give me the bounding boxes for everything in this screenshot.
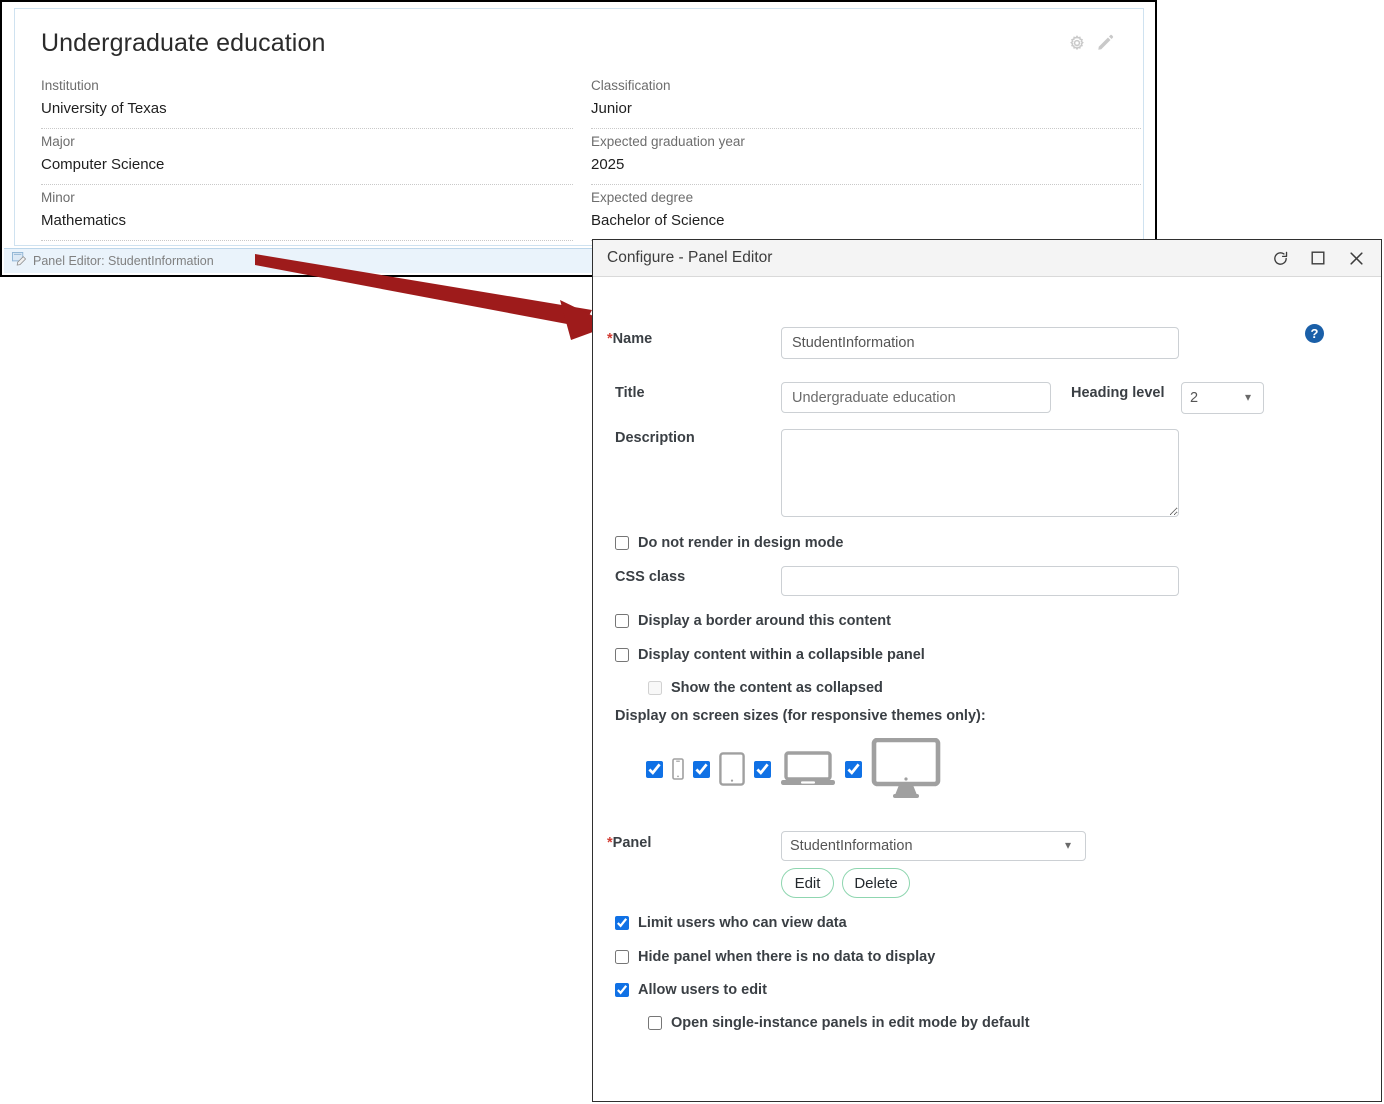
- panel-preview-content: Undergraduate education Institution Univ…: [14, 8, 1144, 246]
- name-input[interactable]: [781, 327, 1179, 359]
- display-border-label: Display a border around this content: [638, 613, 891, 629]
- allow-users-edit-checkbox[interactable]: [615, 983, 629, 997]
- name-label: *Name: [607, 331, 653, 347]
- close-icon[interactable]: [1337, 243, 1375, 273]
- hide-no-data-label: Hide panel when there is no data to disp…: [638, 949, 936, 965]
- description-label: Description: [615, 430, 695, 446]
- collapsible-panel-row[interactable]: Display content within a collapsible pan…: [615, 647, 925, 663]
- title-label: Title: [615, 385, 645, 401]
- show-collapsed-checkbox[interactable]: [648, 681, 662, 695]
- limit-users-view-checkbox[interactable]: [615, 916, 629, 930]
- dialog-body: ? *Name Title Heading level 2 ▾ Descript…: [593, 277, 1381, 1101]
- limit-users-view-row[interactable]: Limit users who can view data: [615, 915, 847, 931]
- collapsible-panel-label: Display content within a collapsible pan…: [638, 647, 925, 663]
- page-title: Undergraduate education: [41, 29, 326, 57]
- screen-sizes-group: [646, 738, 950, 800]
- open-edit-mode-label: Open single-instance panels in edit mode…: [671, 1015, 1030, 1031]
- screen-size-tablet-checkbox[interactable]: [693, 760, 710, 778]
- desktop-icon: [871, 738, 941, 800]
- screen-size-laptop-checkbox[interactable]: [754, 760, 771, 778]
- preview-fields: Institution University of Texas Major Co…: [41, 73, 1141, 241]
- limit-users-view-label: Limit users who can view data: [638, 915, 847, 931]
- screen-sizes-label: Display on screen sizes (for responsive …: [615, 708, 986, 724]
- panel-edit-button[interactable]: Edit: [781, 868, 834, 898]
- field-label: Minor: [41, 190, 75, 205]
- field-value: Bachelor of Science: [591, 212, 725, 229]
- allow-users-edit-label: Allow users to edit: [638, 982, 767, 998]
- preview-fields-right: Classification Junior Expected graduatio…: [591, 73, 1141, 241]
- panel-editor-icon: [12, 251, 27, 271]
- field-row: Major Computer Science: [41, 129, 573, 185]
- hide-no-data-row[interactable]: Hide panel when there is no data to disp…: [615, 949, 935, 965]
- panel-preview-window: Undergraduate education Institution Univ…: [0, 0, 1157, 277]
- help-icon[interactable]: ?: [1305, 324, 1324, 343]
- show-collapsed-label: Show the content as collapsed: [671, 680, 883, 696]
- hide-no-data-checkbox[interactable]: [615, 950, 629, 964]
- panel-select[interactable]: StudentInformation: [781, 831, 1086, 861]
- dialog-titlebar: Configure - Panel Editor: [593, 240, 1381, 277]
- field-row: Classification Junior: [591, 73, 1141, 129]
- open-edit-mode-row[interactable]: Open single-instance panels in edit mode…: [648, 1015, 1030, 1031]
- description-textarea[interactable]: [781, 429, 1179, 517]
- field-label: Expected degree: [591, 190, 694, 205]
- css-class-input[interactable]: [781, 566, 1179, 596]
- tablet-icon: [719, 752, 745, 786]
- field-row: Expected degree Bachelor of Science: [591, 185, 1141, 241]
- field-label: Expected graduation year: [591, 134, 745, 149]
- heading-level-select[interactable]: 2: [1181, 382, 1264, 414]
- panel-editor-status-label: Panel Editor: StudentInformation: [33, 254, 214, 268]
- field-value: Computer Science: [41, 156, 165, 173]
- panel-action-icons: [1068, 33, 1115, 52]
- gear-icon[interactable]: [1068, 34, 1086, 52]
- do-not-render-design-mode-label: Do not render in design mode: [638, 535, 844, 551]
- field-label: Institution: [41, 78, 99, 93]
- panel-delete-button[interactable]: Delete: [842, 868, 910, 898]
- do-not-render-design-mode-checkbox[interactable]: [615, 536, 629, 550]
- display-border-row[interactable]: Display a border around this content: [615, 613, 891, 629]
- collapsible-panel-checkbox[interactable]: [615, 648, 629, 662]
- dialog-footer: Save & Publish Save Cancel: [593, 1043, 1381, 1101]
- field-value: 2025: [591, 156, 625, 173]
- field-label: Classification: [591, 78, 671, 93]
- css-class-label: CSS class: [615, 569, 686, 585]
- configure-panel-editor-dialog: Configure - Panel Editor ? *Name Student…: [592, 239, 1382, 1102]
- panel-label: *Panel: [607, 835, 652, 851]
- laptop-icon: [780, 750, 836, 788]
- open-edit-mode-checkbox[interactable]: [648, 1016, 662, 1030]
- preview-fields-left: Institution University of Texas Major Co…: [41, 73, 591, 241]
- field-value: University of Texas: [41, 100, 167, 117]
- field-row: Expected graduation year 2025: [591, 129, 1141, 185]
- screen-size-phone-checkbox[interactable]: [646, 760, 663, 778]
- do-not-render-design-mode-row[interactable]: Do not render in design mode: [615, 535, 843, 551]
- refresh-icon[interactable]: [1261, 243, 1299, 273]
- field-row: Institution University of Texas: [41, 73, 573, 129]
- field-row: Minor Mathematics: [41, 185, 573, 241]
- show-collapsed-row[interactable]: Show the content as collapsed: [648, 680, 883, 696]
- title-input[interactable]: [781, 382, 1051, 413]
- dialog-title: Configure - Panel Editor: [607, 249, 773, 266]
- field-value: Mathematics: [41, 212, 127, 229]
- screen-size-desktop-checkbox[interactable]: [845, 760, 862, 778]
- maximize-icon[interactable]: [1299, 243, 1337, 273]
- phone-icon: [672, 758, 684, 780]
- pencil-icon[interactable]: [1096, 33, 1115, 52]
- field-label: Major: [41, 134, 75, 149]
- allow-users-edit-row[interactable]: Allow users to edit: [615, 982, 767, 998]
- field-value: Junior: [591, 100, 632, 117]
- heading-level-label: Heading level: [1071, 385, 1165, 401]
- display-border-checkbox[interactable]: [615, 614, 629, 628]
